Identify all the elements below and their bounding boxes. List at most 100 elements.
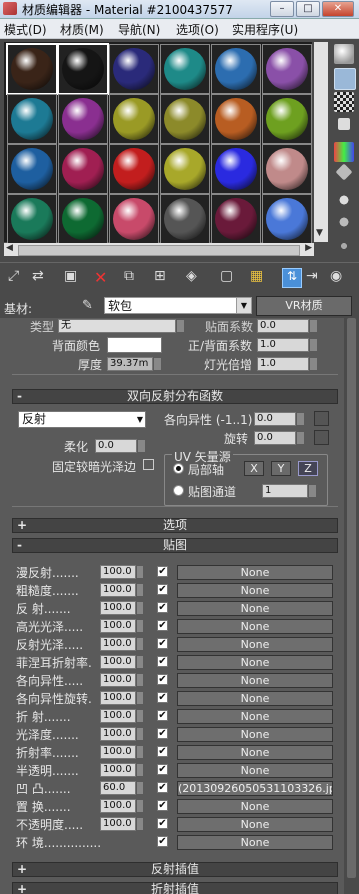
map-enable-checkbox[interactable]: ✔	[157, 818, 168, 829]
map-slot-button[interactable]: None	[177, 817, 333, 832]
anisotropy-map-button[interactable]	[314, 411, 329, 426]
options-rollout-header[interactable]: + 选项	[12, 518, 338, 533]
rotation-map-button[interactable]	[314, 430, 329, 445]
map-enable-checkbox[interactable]: ✔	[157, 746, 168, 757]
map-slot-button[interactable]: None	[177, 601, 333, 616]
sample-slot[interactable]	[211, 44, 261, 94]
sample-slot[interactable]	[262, 144, 312, 194]
sample-uv-tiling-icon[interactable]	[338, 118, 350, 130]
map-enable-checkbox[interactable]: ✔	[157, 728, 168, 739]
map-amount-input[interactable]: 100.0	[100, 673, 143, 687]
axis-y-button[interactable]: Y	[271, 461, 291, 476]
select-by-material-icon[interactable]	[334, 212, 354, 232]
pick-material-icon[interactable]: ◉	[330, 268, 348, 286]
map-enable-checkbox[interactable]: ✔	[157, 782, 168, 793]
backlight-icon[interactable]	[334, 68, 356, 90]
thickness-input[interactable]: 39.37m	[107, 357, 161, 371]
menu-navigation[interactable]: 导航(N)	[118, 21, 160, 38]
sample-slot[interactable]	[58, 144, 108, 194]
map-amount-input[interactable]: 100.0	[100, 601, 143, 615]
sample-slot[interactable]	[109, 44, 159, 94]
sample-slot[interactable]	[58, 194, 108, 244]
map-slot-button[interactable]: None	[177, 637, 333, 652]
map-amount-input[interactable]: 100.0	[100, 763, 143, 777]
light-mult-input[interactable]: 1.0	[257, 357, 317, 371]
faceted-input[interactable]: 0.0	[257, 319, 317, 333]
sample-slot[interactable]	[160, 194, 210, 244]
refract-interp-rollout-header[interactable]: + 折射插值	[12, 882, 338, 894]
map-enable-checkbox[interactable]: ✔	[157, 656, 168, 667]
sample-slot[interactable]	[211, 144, 261, 194]
sample-slot[interactable]	[160, 144, 210, 194]
material-type-button[interactable]: VR材质	[256, 296, 352, 316]
get-material-icon[interactable]: ⤢	[8, 268, 26, 286]
maximize-button[interactable]: □	[296, 1, 320, 17]
video-color-check-icon[interactable]	[334, 142, 354, 162]
map-amount-input[interactable]: 60.0	[100, 781, 143, 795]
brdf-rollout-header[interactable]: - 双向反射分布函数	[12, 389, 338, 404]
make-unique-icon[interactable]: ⧉	[124, 268, 142, 286]
sample-slot[interactable]	[211, 194, 261, 244]
map-amount-input[interactable]: 100.0	[100, 745, 143, 759]
scroll-down-icon[interactable]: ▼	[316, 228, 323, 238]
map-enable-checkbox[interactable]: ✔	[157, 584, 168, 595]
map-enable-checkbox[interactable]: ✔	[157, 620, 168, 631]
go-to-parent-icon[interactable]: ⇅	[282, 268, 302, 288]
map-slot-button[interactable]: (20130926050531103326.jpg)	[177, 781, 333, 796]
map-enable-checkbox[interactable]: ✔	[157, 692, 168, 703]
map-amount-input[interactable]: 100.0	[100, 691, 143, 705]
map-amount-input[interactable]: 100.0	[100, 619, 143, 633]
map-enable-checkbox[interactable]: ✔	[157, 764, 168, 775]
map-slot-button[interactable]: None	[177, 727, 333, 742]
show-end-result-icon[interactable]: ▦	[250, 268, 268, 286]
sample-slot[interactable]	[7, 194, 57, 244]
axis-x-button[interactable]: X	[244, 461, 264, 476]
sample-slot[interactable]	[262, 194, 312, 244]
menu-mode[interactable]: 模式(D)	[4, 21, 47, 38]
anisotropy-input[interactable]: 0.0	[254, 412, 304, 426]
sample-slot[interactable]	[109, 144, 159, 194]
put-to-library-icon[interactable]: ⊞	[154, 268, 172, 286]
sample-slot[interactable]	[58, 94, 108, 144]
show-map-in-viewport-icon[interactable]: ▢	[220, 268, 238, 286]
put-to-scene-icon[interactable]: ⇄	[32, 268, 50, 286]
close-button[interactable]: ✕	[322, 1, 354, 17]
map-slot-button[interactable]: None	[177, 655, 333, 670]
scroll-left-icon[interactable]: ◀	[6, 243, 13, 253]
local-axis-radio[interactable]	[173, 463, 184, 474]
sample-horizontal-scrollbar[interactable]: ◀ ▶	[4, 243, 314, 256]
axis-z-button[interactable]: Z	[298, 461, 318, 476]
menu-material[interactable]: 材质(M)	[60, 21, 104, 38]
background-icon[interactable]	[334, 92, 354, 112]
map-slot-button[interactable]: None	[177, 619, 333, 634]
make-preview-icon[interactable]	[335, 163, 353, 181]
map-enable-checkbox[interactable]: ✔	[157, 836, 168, 847]
material-map-navigator-icon[interactable]	[334, 236, 354, 256]
map-slot-button[interactable]: None	[177, 745, 333, 760]
menu-utilities[interactable]: 实用程序(U)	[232, 21, 298, 38]
sample-vertical-scrollbar[interactable]: ▼	[314, 42, 328, 242]
map-amount-input[interactable]: 100.0	[100, 655, 143, 669]
go-forward-sibling-icon[interactable]: ⇥	[306, 268, 324, 286]
map-slot-button[interactable]: None	[177, 763, 333, 778]
map-slot-button[interactable]: None	[177, 799, 333, 814]
menu-options[interactable]: 选项(O)	[176, 21, 219, 38]
front-back-input[interactable]: 1.0	[257, 338, 317, 352]
sample-slot[interactable]	[262, 94, 312, 144]
type-dropdown[interactable]: 无	[58, 319, 184, 333]
map-channel-input[interactable]: 1	[262, 484, 316, 498]
sample-slot[interactable]	[160, 44, 210, 94]
rotation-input[interactable]: 0.0	[254, 431, 304, 445]
brdf-type-dropdown[interactable]: 反射 ▼	[18, 411, 146, 428]
map-enable-checkbox[interactable]: ✔	[157, 602, 168, 613]
material-name-field[interactable]: 软包 ▼	[104, 297, 252, 314]
options-icon[interactable]	[334, 190, 354, 210]
map-enable-checkbox[interactable]: ✔	[157, 674, 168, 685]
map-slot-button[interactable]: None	[177, 691, 333, 706]
map-amount-input[interactable]: 100.0	[100, 565, 143, 579]
sample-slot[interactable]	[6, 43, 58, 95]
sample-slot[interactable]	[262, 44, 312, 94]
map-enable-checkbox[interactable]: ✔	[157, 638, 168, 649]
reflect-interp-rollout-header[interactable]: + 反射插值	[12, 862, 338, 877]
panel-scrollbar[interactable]	[344, 318, 359, 894]
